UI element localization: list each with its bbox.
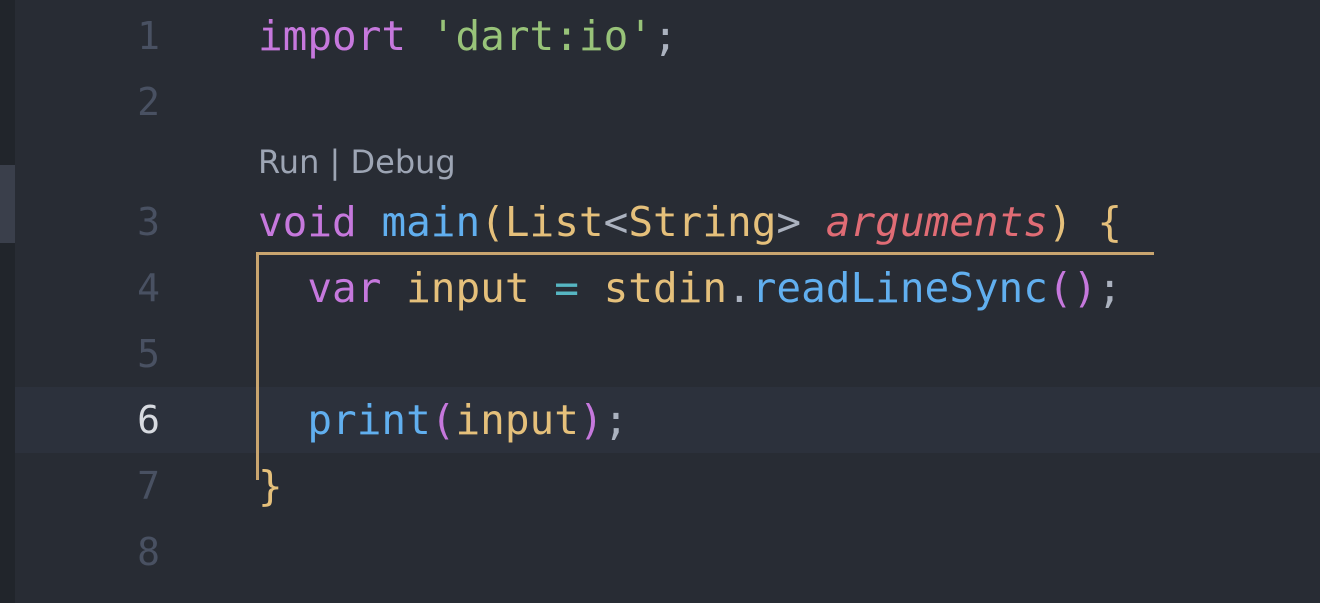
debug-codelens-link[interactable]: Debug (350, 143, 455, 181)
open-brace: { (1097, 198, 1123, 246)
run-codelens-link[interactable]: Run (258, 143, 319, 181)
readlinesync-method: readLineSync (751, 264, 1048, 312)
var-keyword: var (307, 264, 382, 312)
line-number-3: 3 (137, 200, 160, 244)
line-number-2: 2 (137, 80, 160, 124)
import-keyword: import (258, 12, 407, 60)
semicolon: ; (652, 12, 678, 60)
codelens-separator: | (319, 143, 351, 181)
line-number-7: 7 (137, 464, 160, 508)
code-line-7[interactable]: } (258, 453, 283, 519)
activity-strip (0, 0, 15, 603)
code-line-6[interactable]: print(input); (258, 387, 628, 453)
close-brace: } (258, 462, 283, 510)
print-function: print (307, 396, 431, 444)
line-number-4: 4 (137, 266, 160, 310)
semicolon: ; (1097, 264, 1122, 312)
call-parens: () (1047, 264, 1098, 312)
string-type: String (628, 198, 777, 246)
close-paren: ) (578, 396, 604, 444)
code-editor[interactable]: 1 2 3 4 5 6 7 8 import 'dart:io'; Run | … (0, 0, 1320, 603)
assign-operator: = (554, 264, 579, 312)
input-variable: input (406, 264, 530, 312)
open-paren: ( (480, 198, 505, 246)
import-path-string: 'dart:io' (430, 12, 653, 60)
code-line-3[interactable]: void main(List<String> arguments) { (258, 189, 1122, 255)
code-line-4[interactable]: var input = stdin.readLineSync(); (258, 255, 1122, 321)
line-number-5: 5 (137, 332, 160, 376)
less-than: < (603, 198, 629, 246)
line-number-8: 8 (137, 530, 160, 574)
main-function-name: main (381, 198, 481, 246)
close-paren: ) (1047, 198, 1073, 246)
dot: . (727, 264, 752, 312)
list-type: List (504, 198, 604, 246)
greater-than: > (776, 198, 802, 246)
stdin-identifier: stdin (603, 264, 728, 312)
input-variable: input (455, 396, 579, 444)
arguments-param: arguments (825, 198, 1048, 246)
scroll-marker (0, 165, 15, 243)
codelens: Run | Debug (258, 134, 456, 190)
void-keyword: void (258, 198, 357, 246)
open-paren: ( (430, 396, 456, 444)
code-line-1[interactable]: import 'dart:io'; (258, 3, 678, 69)
semicolon: ; (603, 396, 629, 444)
line-number-6: 6 (137, 398, 160, 442)
line-number-1: 1 (137, 14, 160, 58)
